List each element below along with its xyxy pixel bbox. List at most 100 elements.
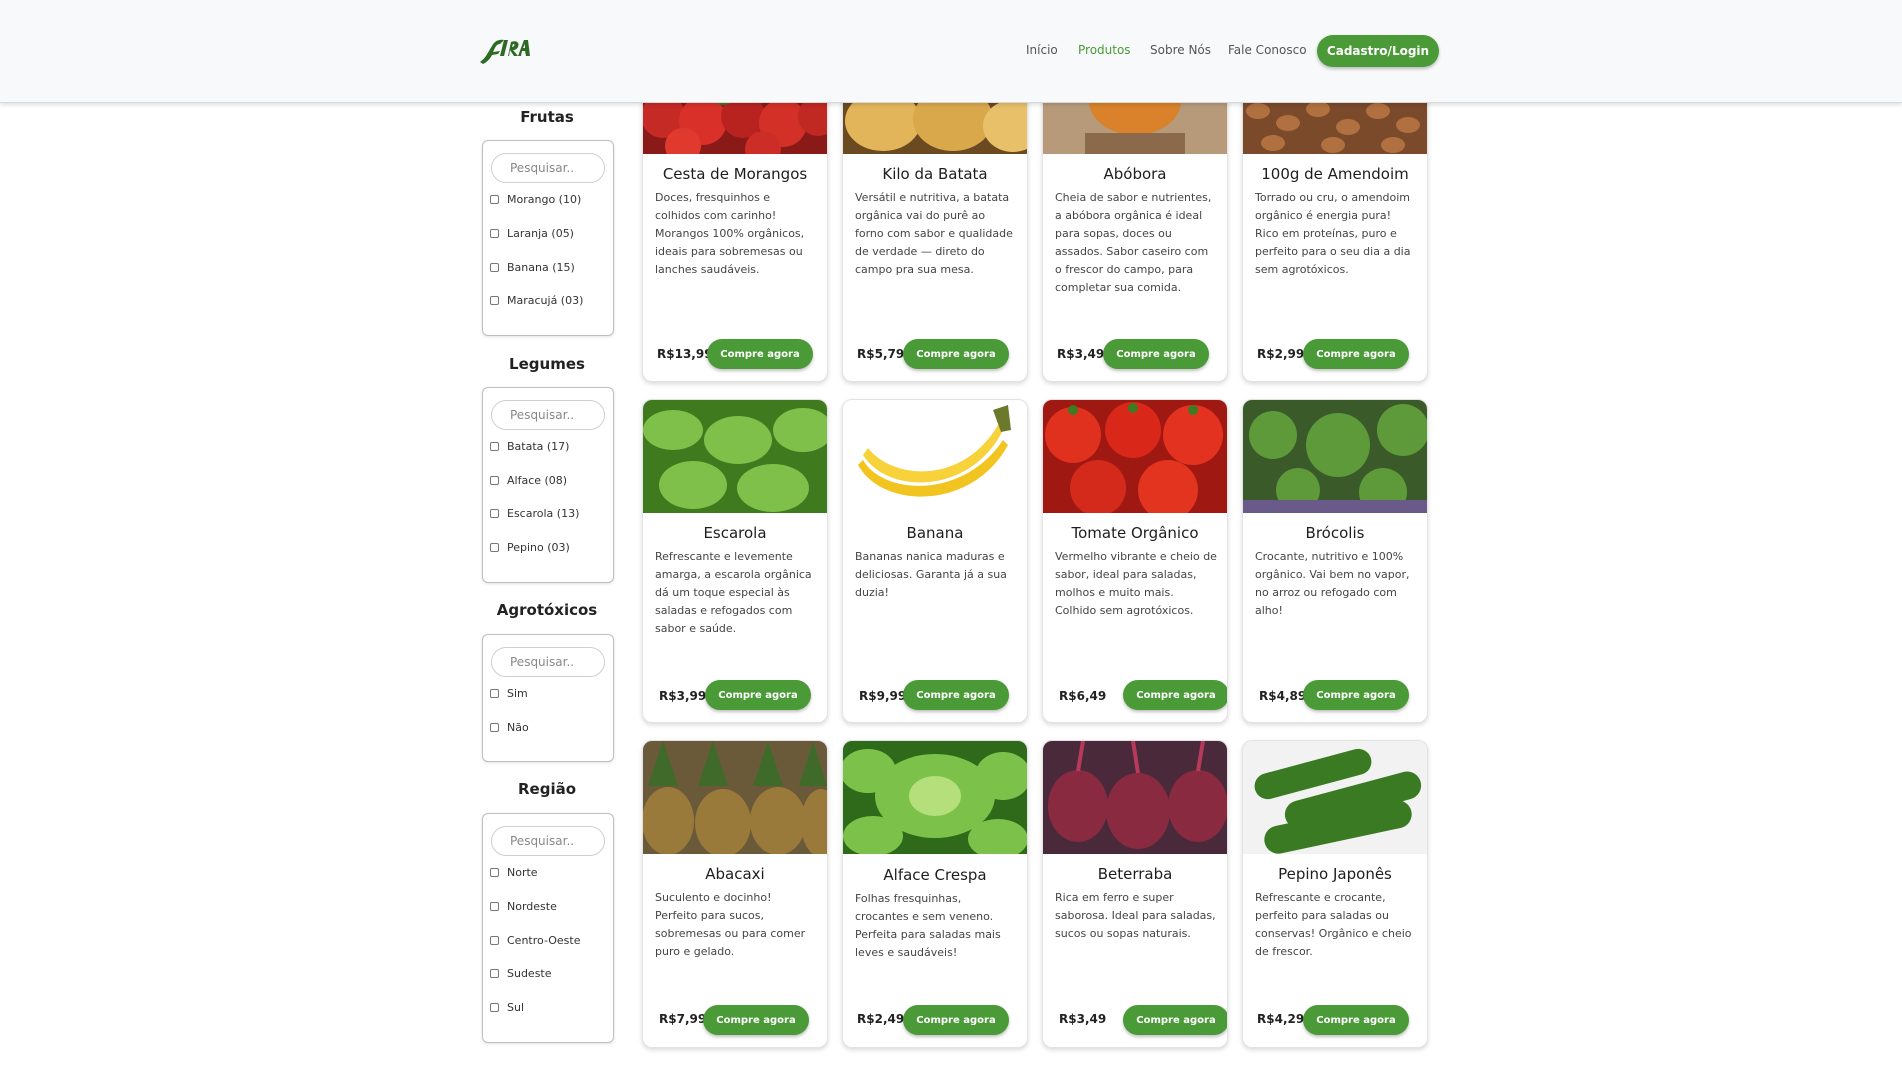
buy-now-button[interactable]: Compre agora xyxy=(1303,339,1409,369)
checkbox[interactable] xyxy=(490,543,499,552)
product-card: Cesta de Morangos Doces, fresquinhos e c… xyxy=(642,60,828,382)
product-description: Doces, fresquinhos e colhidos com carinh… xyxy=(655,191,805,276)
checkbox[interactable] xyxy=(490,902,499,911)
pineapple-image xyxy=(643,741,827,854)
buy-now-button[interactable]: Compre agora xyxy=(903,339,1009,369)
checkbox[interactable] xyxy=(490,969,499,978)
checkbox[interactable] xyxy=(490,936,499,945)
product-card: Abacaxi Suculento e docinho! Perfeito pa… xyxy=(642,740,828,1048)
product-description: Cheia de sabor e nutrientes, a abóbora o… xyxy=(1055,191,1212,294)
buy-now-button[interactable]: Compre agora xyxy=(1303,680,1409,710)
product-card: Alface Crespa Folhas fresquinhas, crocan… xyxy=(842,740,1028,1048)
product-card: 100g de Amendoim Torrado ou cru, o amend… xyxy=(1242,60,1428,382)
search-input[interactable]: Pesquisar.. xyxy=(491,400,605,430)
nav-link-inicio[interactable]: Início xyxy=(1026,43,1058,57)
product-card: Pepino Japonês Refrescante e crocante, p… xyxy=(1242,740,1428,1048)
filter-option[interactable]: Pepino (03) xyxy=(490,541,570,554)
product-title: Abóbora xyxy=(1103,165,1167,183)
product-title: Cesta de Morangos xyxy=(662,165,808,183)
buy-now-button[interactable]: Compre agora xyxy=(1123,1005,1227,1035)
buy-now-button[interactable]: Compre agora xyxy=(705,680,811,710)
filter-option[interactable]: Maracujá (03) xyxy=(490,294,583,307)
checkbox[interactable] xyxy=(490,689,499,698)
checkbox[interactable] xyxy=(490,509,499,518)
product-card: Beterraba Rica em ferro e super saborosa… xyxy=(1042,740,1228,1048)
product-title: Abacaxi xyxy=(705,865,765,883)
product-title: Tomate Orgânico xyxy=(1071,524,1199,542)
filter-option[interactable]: Sudeste xyxy=(490,967,552,980)
product-card: Brócolis Crocante, nutritivo e 100% orgâ… xyxy=(1242,399,1428,723)
filter-option[interactable]: Batata (17) xyxy=(490,440,569,453)
nav-link-contato[interactable]: Fale Conosco xyxy=(1228,43,1307,57)
filter-option[interactable]: Norte xyxy=(490,866,538,879)
product-description: Refrescante e levemente amarga, a escaro… xyxy=(655,550,812,635)
buy-now-button[interactable]: Compre agora xyxy=(903,1005,1009,1035)
product-card: Tomate Orgânico Vermelho vibrante e chei… xyxy=(1042,399,1228,723)
product-price: R$4,89 xyxy=(1259,689,1307,703)
filter-option[interactable]: Morango (10) xyxy=(490,193,581,206)
buy-now-button[interactable]: Compre agora xyxy=(707,339,813,369)
product-card: Abóbora Cheia de sabor e nutrientes, a a… xyxy=(1042,60,1228,382)
beet-image xyxy=(1043,741,1227,854)
product-title: 100g de Amendoim xyxy=(1261,165,1409,183)
buy-now-button[interactable]: Compre agora xyxy=(1303,1005,1409,1035)
product-title: Alface Crespa xyxy=(883,866,987,884)
checkbox[interactable] xyxy=(490,229,499,238)
filter-option[interactable]: Sul xyxy=(490,1001,524,1014)
product-price: R$9,99 xyxy=(859,689,907,703)
checkbox[interactable] xyxy=(490,723,499,732)
nav-link-produtos[interactable]: Produtos xyxy=(1078,43,1131,57)
buy-now-button[interactable]: Compre agora xyxy=(703,1005,809,1035)
product-price: R$6,49 xyxy=(1059,689,1107,703)
checkbox[interactable] xyxy=(490,263,499,272)
search-input[interactable]: Pesquisar.. xyxy=(491,153,605,183)
product-description: Suculento e docinho! Perfeito para sucos… xyxy=(655,891,806,958)
filter-option[interactable]: Sim xyxy=(490,687,528,700)
cucumber-image xyxy=(1243,741,1427,854)
product-description: Rica em ferro e super saborosa. Ideal pa… xyxy=(1055,891,1216,940)
product-price: R$3,49 xyxy=(1059,1012,1107,1026)
filter-option[interactable]: Nordeste xyxy=(490,900,557,913)
filter-title-agrotoxicos: Agrotóxicos xyxy=(496,601,598,619)
filter-box-legumes: Pesquisar.. Batata (17) Alface (08) Esca… xyxy=(482,387,614,583)
product-title: Beterraba xyxy=(1097,865,1173,883)
product-price: R$3,49 xyxy=(1057,347,1105,361)
buy-now-button[interactable]: Compre agora xyxy=(903,680,1009,710)
product-price: R$5,79 xyxy=(857,347,905,361)
product-price: R$7,99 xyxy=(659,1012,707,1026)
feira-logo[interactable] xyxy=(478,34,532,66)
filter-option[interactable]: Banana (15) xyxy=(490,261,575,274)
checkbox[interactable] xyxy=(490,868,499,877)
product-price: R$3,99 xyxy=(659,689,707,703)
product-description: Versátil e nutritiva, a batata orgânica … xyxy=(855,191,1013,276)
product-title: Banana xyxy=(906,524,964,542)
filter-option[interactable]: Alface (08) xyxy=(490,474,567,487)
product-title: Pepino Japonês xyxy=(1278,865,1392,883)
filter-option[interactable]: Centro-Oeste xyxy=(490,934,580,947)
product-price: R$2,99 xyxy=(1257,347,1305,361)
filter-title-regiao: Região xyxy=(517,780,577,798)
filter-option[interactable]: Escarola (13) xyxy=(490,507,579,520)
product-description: Bananas nanica maduras e deliciosas. Gar… xyxy=(855,550,1007,599)
checkbox[interactable] xyxy=(490,296,499,305)
checkbox[interactable] xyxy=(490,195,499,204)
nav-link-sobre[interactable]: Sobre Nós xyxy=(1150,43,1211,57)
filter-option[interactable]: Laranja (05) xyxy=(490,227,574,240)
signup-login-button[interactable]: Cadastro/Login xyxy=(1317,35,1439,67)
checkbox[interactable] xyxy=(490,442,499,451)
product-card: Escarola Refrescante e levemente amarga,… xyxy=(642,399,828,723)
banana-image xyxy=(843,400,1027,513)
checkbox[interactable] xyxy=(490,476,499,485)
product-description: Folhas fresquinhas, crocantes e sem vene… xyxy=(855,892,1001,959)
search-input[interactable]: Pesquisar.. xyxy=(491,826,605,856)
product-title: Kilo da Batata xyxy=(882,165,988,183)
checkbox[interactable] xyxy=(490,1003,499,1012)
filter-option[interactable]: Não xyxy=(490,721,529,734)
buy-now-button[interactable]: Compre agora xyxy=(1123,680,1227,710)
search-input[interactable]: Pesquisar.. xyxy=(491,647,605,677)
product-description: Refrescante e crocante, perfeito para sa… xyxy=(1255,891,1412,958)
buy-now-button[interactable]: Compre agora xyxy=(1103,339,1209,369)
escarole-image xyxy=(643,400,827,513)
filter-title-legumes: Legumes xyxy=(509,355,585,373)
product-description: Vermelho vibrante e cheio de sabor, idea… xyxy=(1055,550,1217,617)
